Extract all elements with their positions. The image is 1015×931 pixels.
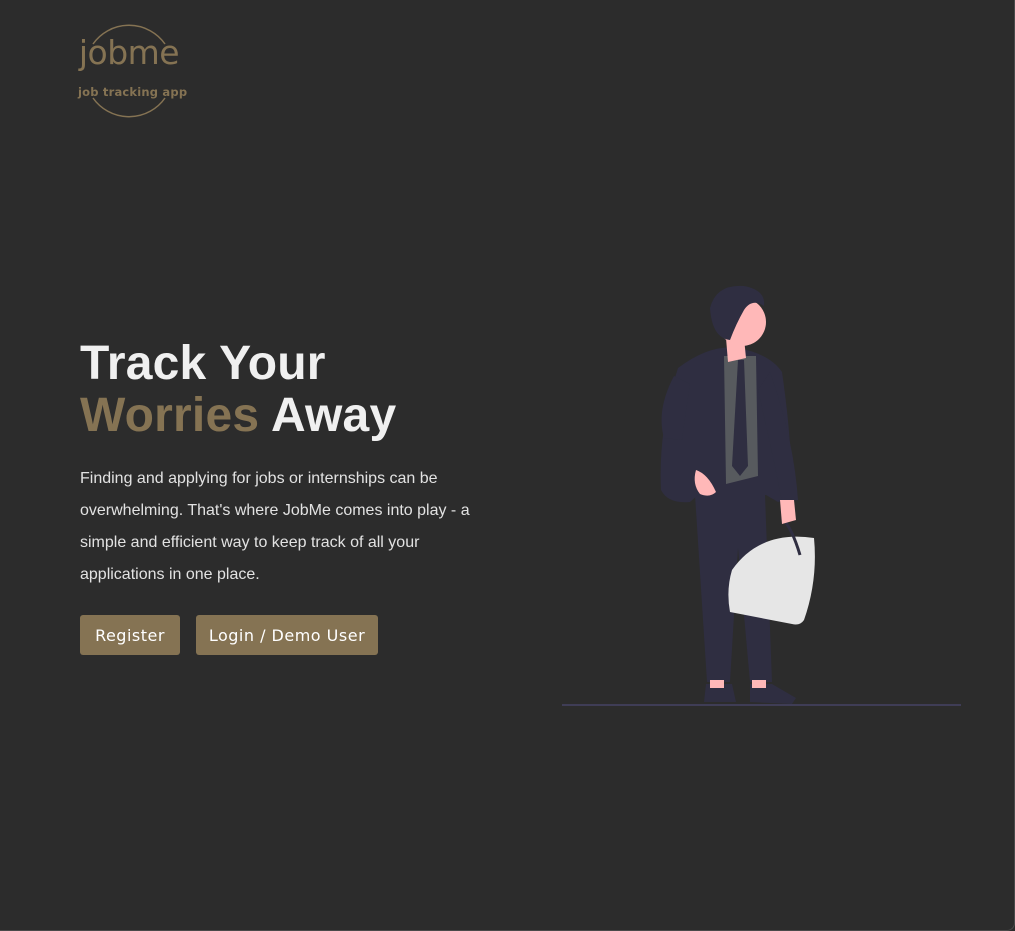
hero-title-rest: Away bbox=[271, 389, 397, 442]
hero-description: Finding and applying for jobs or interns… bbox=[80, 470, 470, 583]
brand-logo[interactable]: jobme job tracking app bbox=[78, 20, 188, 122]
logo-tagline: job tracking app bbox=[78, 85, 188, 99]
hero-title-line1: Track Your bbox=[80, 337, 326, 390]
landing-page: jobme job tracking app Track Your Worrie… bbox=[0, 0, 1015, 931]
login-demo-button[interactable]: Login / Demo User bbox=[196, 615, 378, 655]
logo-wordmark: jobme bbox=[78, 33, 180, 72]
person-with-bag-illustration-icon bbox=[562, 285, 961, 706]
register-button[interactable]: Register bbox=[80, 615, 180, 655]
hero-title: Track Your Worries Away bbox=[80, 338, 396, 442]
hero-title-accent: Worries bbox=[80, 389, 260, 442]
